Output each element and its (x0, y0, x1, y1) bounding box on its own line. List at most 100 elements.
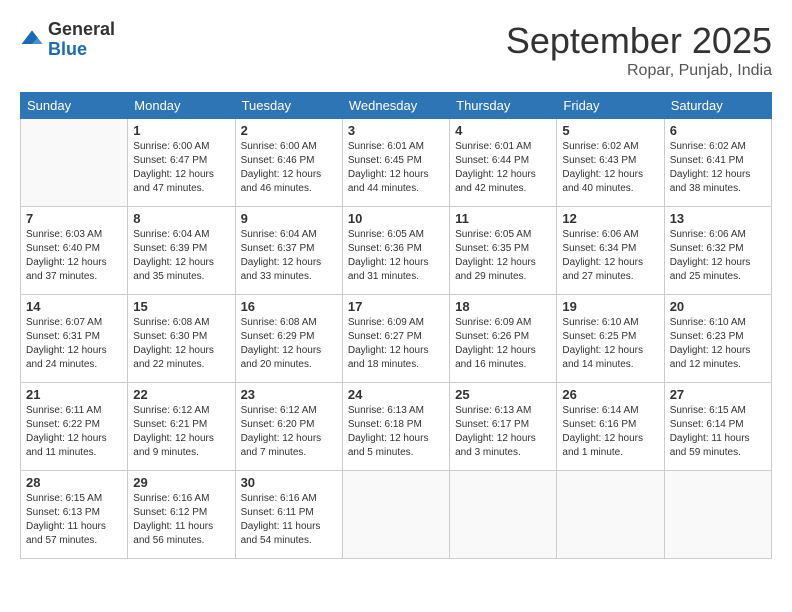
day-number: 19 (562, 299, 658, 314)
calendar-header-row: SundayMondayTuesdayWednesdayThursdayFrid… (21, 93, 772, 119)
day-info: Sunrise: 6:09 AM Sunset: 6:26 PM Dayligh… (455, 316, 551, 372)
month-title: September 2025 (506, 20, 772, 62)
day-info: Sunrise: 6:10 AM Sunset: 6:23 PM Dayligh… (670, 316, 766, 372)
day-info: Sunrise: 6:12 AM Sunset: 6:21 PM Dayligh… (133, 404, 229, 460)
day-info: Sunrise: 6:08 AM Sunset: 6:30 PM Dayligh… (133, 316, 229, 372)
day-info: Sunrise: 6:01 AM Sunset: 6:44 PM Dayligh… (455, 140, 551, 196)
day-number: 24 (348, 387, 444, 402)
day-number: 22 (133, 387, 229, 402)
calendar-cell: 11 Sunrise: 6:05 AM Sunset: 6:35 PM Dayli… (450, 207, 557, 295)
calendar-cell: 30 Sunrise: 6:16 AM Sunset: 6:11 PM Dayli… (235, 471, 342, 559)
day-number: 9 (241, 211, 337, 226)
calendar-cell: 25 Sunrise: 6:13 AM Sunset: 6:17 PM Dayli… (450, 383, 557, 471)
day-number: 27 (670, 387, 766, 402)
calendar-cell: 5Sunrise: 6:02 AM Sunset: 6:43 PM Daylig… (557, 119, 664, 207)
calendar-cell (557, 471, 664, 559)
calendar-cell: 1 Sunrise: 6:00 AM Sunset: 6:47 PM Daylig… (128, 119, 235, 207)
day-info: Sunrise: 6:10 AM Sunset: 6:25 PM Dayligh… (562, 316, 658, 372)
day-number: 20 (670, 299, 766, 314)
calendar-cell: 13 Sunrise: 6:06 AM Sunset: 6:32 PM Dayli… (664, 207, 771, 295)
calendar-cell (342, 471, 449, 559)
logo-blue-text: Blue (48, 40, 115, 60)
calendar-cell: 15 Sunrise: 6:08 AM Sunset: 6:30 PM Dayli… (128, 295, 235, 383)
calendar-week-2: 14Sunrise: 6:07 AM Sunset: 6:31 PM Dayli… (21, 295, 772, 383)
calendar-cell: 20 Sunrise: 6:10 AM Sunset: 6:23 PM Dayli… (664, 295, 771, 383)
day-info: Sunrise: 6:04 AM Sunset: 6:37 PM Dayligh… (241, 228, 337, 284)
day-number: 1 (133, 123, 229, 138)
calendar-cell: 26 Sunrise: 6:14 AM Sunset: 6:16 PM Dayli… (557, 383, 664, 471)
calendar-week-3: 21Sunrise: 6:11 AM Sunset: 6:22 PM Dayli… (21, 383, 772, 471)
day-number: 28 (26, 475, 122, 490)
calendar-cell: 29 Sunrise: 6:16 AM Sunset: 6:12 PM Dayli… (128, 471, 235, 559)
day-info: Sunrise: 6:06 AM Sunset: 6:34 PM Dayligh… (562, 228, 658, 284)
calendar-cell: 6Sunrise: 6:02 AM Sunset: 6:41 PM Daylig… (664, 119, 771, 207)
day-info: Sunrise: 6:00 AM Sunset: 6:47 PM Dayligh… (133, 140, 229, 196)
day-number: 23 (241, 387, 337, 402)
day-number: 18 (455, 299, 551, 314)
day-info: Sunrise: 6:12 AM Sunset: 6:20 PM Dayligh… (241, 404, 337, 460)
day-number: 14 (26, 299, 122, 314)
title-block: September 2025 Ropar, Punjab, India (506, 20, 772, 80)
calendar-header-saturday: Saturday (664, 93, 771, 119)
calendar: SundayMondayTuesdayWednesdayThursdayFrid… (20, 92, 772, 559)
day-number: 29 (133, 475, 229, 490)
day-info: Sunrise: 6:05 AM Sunset: 6:36 PM Dayligh… (348, 228, 444, 284)
calendar-cell: 22 Sunrise: 6:12 AM Sunset: 6:21 PM Dayli… (128, 383, 235, 471)
calendar-cell: 27 Sunrise: 6:15 AM Sunset: 6:14 PM Dayli… (664, 383, 771, 471)
day-info: Sunrise: 6:05 AM Sunset: 6:35 PM Dayligh… (455, 228, 551, 284)
day-info: Sunrise: 6:16 AM Sunset: 6:12 PM Dayligh… (133, 492, 229, 548)
calendar-cell: 2 Sunrise: 6:00 AM Sunset: 6:46 PM Daylig… (235, 119, 342, 207)
day-number: 15 (133, 299, 229, 314)
day-info: Sunrise: 6:09 AM Sunset: 6:27 PM Dayligh… (348, 316, 444, 372)
day-info: Sunrise: 6:14 AM Sunset: 6:16 PM Dayligh… (562, 404, 658, 460)
day-number: 13 (670, 211, 766, 226)
day-number: 12 (562, 211, 658, 226)
day-info: Sunrise: 6:04 AM Sunset: 6:39 PM Dayligh… (133, 228, 229, 284)
calendar-cell: 7Sunrise: 6:03 AM Sunset: 6:40 PM Daylig… (21, 207, 128, 295)
logo-icon (20, 28, 44, 52)
day-number: 21 (26, 387, 122, 402)
day-number: 10 (348, 211, 444, 226)
day-info: Sunrise: 6:02 AM Sunset: 6:43 PM Dayligh… (562, 140, 658, 196)
day-info: Sunrise: 6:08 AM Sunset: 6:29 PM Dayligh… (241, 316, 337, 372)
calendar-cell: 8 Sunrise: 6:04 AM Sunset: 6:39 PM Daylig… (128, 207, 235, 295)
day-number: 2 (241, 123, 337, 138)
calendar-cell: 23 Sunrise: 6:12 AM Sunset: 6:20 PM Dayli… (235, 383, 342, 471)
day-info: Sunrise: 6:15 AM Sunset: 6:14 PM Dayligh… (670, 404, 766, 460)
calendar-header-friday: Friday (557, 93, 664, 119)
location: Ropar, Punjab, India (506, 62, 772, 80)
calendar-header-wednesday: Wednesday (342, 93, 449, 119)
day-info: Sunrise: 6:13 AM Sunset: 6:18 PM Dayligh… (348, 404, 444, 460)
day-info: Sunrise: 6:01 AM Sunset: 6:45 PM Dayligh… (348, 140, 444, 196)
day-number: 11 (455, 211, 551, 226)
calendar-cell: 3 Sunrise: 6:01 AM Sunset: 6:45 PM Daylig… (342, 119, 449, 207)
calendar-week-4: 28Sunrise: 6:15 AM Sunset: 6:13 PM Dayli… (21, 471, 772, 559)
logo-general-text: General (48, 20, 115, 40)
calendar-cell: 14Sunrise: 6:07 AM Sunset: 6:31 PM Dayli… (21, 295, 128, 383)
calendar-cell: 10 Sunrise: 6:05 AM Sunset: 6:36 PM Dayli… (342, 207, 449, 295)
day-number: 3 (348, 123, 444, 138)
day-number: 26 (562, 387, 658, 402)
calendar-header-monday: Monday (128, 93, 235, 119)
day-info: Sunrise: 6:06 AM Sunset: 6:32 PM Dayligh… (670, 228, 766, 284)
calendar-cell: 9 Sunrise: 6:04 AM Sunset: 6:37 PM Daylig… (235, 207, 342, 295)
day-number: 16 (241, 299, 337, 314)
calendar-cell: 19 Sunrise: 6:10 AM Sunset: 6:25 PM Dayli… (557, 295, 664, 383)
day-number: 8 (133, 211, 229, 226)
calendar-cell: 18 Sunrise: 6:09 AM Sunset: 6:26 PM Dayli… (450, 295, 557, 383)
logo: General Blue (20, 20, 115, 60)
day-info: Sunrise: 6:02 AM Sunset: 6:41 PM Dayligh… (670, 140, 766, 196)
day-number: 25 (455, 387, 551, 402)
day-number: 30 (241, 475, 337, 490)
day-info: Sunrise: 6:13 AM Sunset: 6:17 PM Dayligh… (455, 404, 551, 460)
header: General Blue September 2025 Ropar, Punja… (20, 20, 772, 80)
day-info: Sunrise: 6:16 AM Sunset: 6:11 PM Dayligh… (241, 492, 337, 548)
calendar-header-tuesday: Tuesday (235, 93, 342, 119)
day-info: Sunrise: 6:03 AM Sunset: 6:40 PM Dayligh… (26, 228, 122, 284)
calendar-cell (664, 471, 771, 559)
calendar-cell: 12 Sunrise: 6:06 AM Sunset: 6:34 PM Dayli… (557, 207, 664, 295)
logo-text: General Blue (48, 20, 115, 60)
calendar-week-1: 7Sunrise: 6:03 AM Sunset: 6:40 PM Daylig… (21, 207, 772, 295)
calendar-cell (21, 119, 128, 207)
day-info: Sunrise: 6:00 AM Sunset: 6:46 PM Dayligh… (241, 140, 337, 196)
